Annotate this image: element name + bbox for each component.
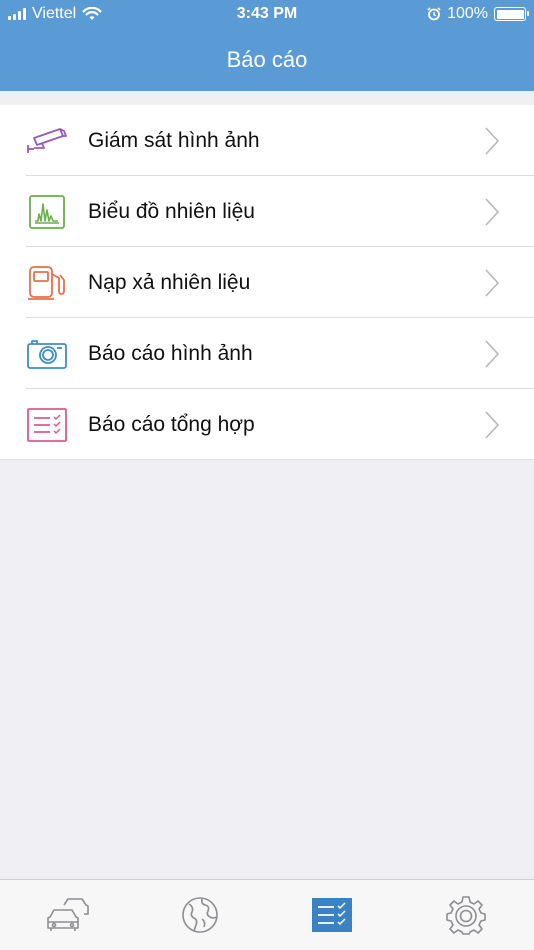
chevron-right-icon	[485, 126, 500, 155]
battery-icon	[494, 7, 529, 21]
chevron-right-icon	[485, 339, 500, 368]
menu-item-fuel-chart[interactable]: Biểu đồ nhiên liệu	[0, 176, 534, 247]
settings-icon	[446, 896, 486, 935]
chevron-right-icon	[485, 410, 500, 439]
chevron-right-icon	[485, 197, 500, 226]
menu-item-label: Giám sát hình ảnh	[88, 128, 260, 152]
report-menu-list: Giám sát hình ảnh Biểu đồ nhiên liệu Nạp…	[0, 105, 534, 460]
vehicles-icon	[47, 898, 89, 931]
tab-bar	[0, 879, 534, 950]
header: Viettel 3:43 PM 100% Báo cáo	[0, 0, 534, 91]
menu-item-summary-report[interactable]: Báo cáo tổng hợp	[0, 389, 534, 460]
tab-vehicles[interactable]	[46, 893, 90, 937]
report-list-icon	[312, 898, 352, 932]
checklist-icon	[26, 407, 68, 442]
camera-icon	[26, 337, 68, 371]
row-divider	[0, 459, 534, 460]
status-right: 100%	[427, 5, 529, 23]
tab-settings[interactable]	[444, 893, 488, 937]
menu-item-label: Báo cáo tổng hợp	[88, 412, 255, 436]
globe-icon	[182, 897, 218, 933]
tab-reports[interactable]	[310, 893, 354, 937]
cctv-camera-icon	[26, 124, 68, 158]
menu-item-label: Nạp xả nhiên liệu	[88, 270, 251, 294]
menu-item-fuel-refill[interactable]: Nạp xả nhiên liệu	[0, 247, 534, 318]
menu-item-image-report[interactable]: Báo cáo hình ảnh	[0, 318, 534, 389]
page-title: Báo cáo	[226, 47, 308, 72]
alarm-icon	[427, 7, 441, 21]
status-bar: Viettel 3:43 PM 100%	[0, 0, 534, 30]
tab-map[interactable]	[178, 893, 222, 937]
menu-item-label: Biểu đồ nhiên liệu	[88, 199, 255, 223]
fuel-chart-icon	[26, 194, 68, 229]
fuel-pump-icon	[26, 265, 68, 300]
menu-item-label: Báo cáo hình ảnh	[88, 341, 253, 365]
chevron-right-icon	[485, 268, 500, 297]
battery-percent: 100%	[447, 5, 488, 22]
menu-item-image-monitoring[interactable]: Giám sát hình ảnh	[0, 105, 534, 176]
